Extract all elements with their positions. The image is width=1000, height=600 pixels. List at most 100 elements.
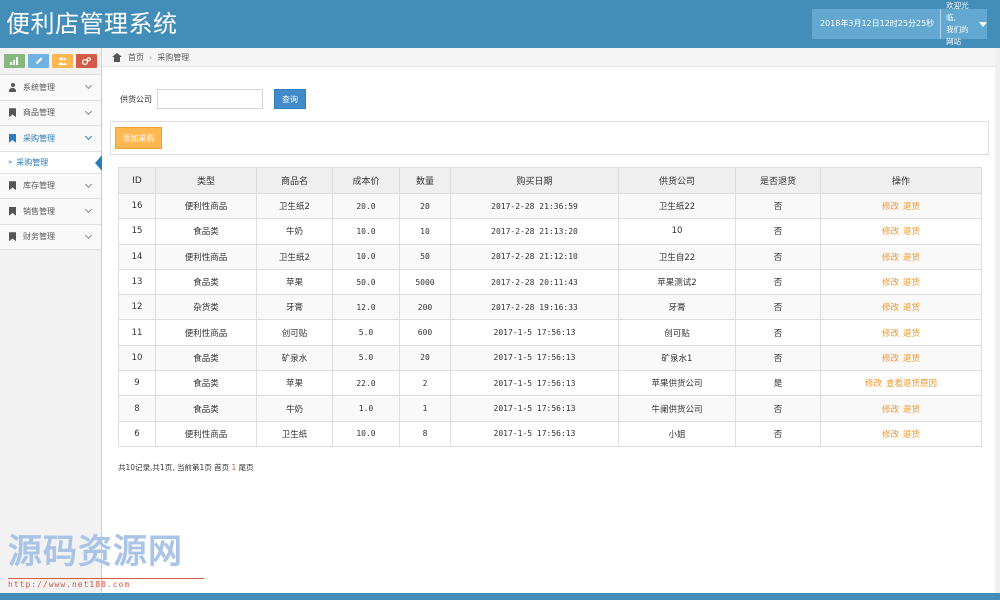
edit-link[interactable]: 修改 xyxy=(882,430,899,440)
double-angle-right-icon: » xyxy=(8,158,13,166)
edit-link[interactable]: 修改 xyxy=(882,405,899,415)
column-header-returned: 是否退货 xyxy=(735,167,821,194)
cell-cost: 5.0 xyxy=(332,319,400,346)
column-header-cost: 成本价 xyxy=(332,167,400,194)
shortcut-users-button[interactable] xyxy=(52,54,73,68)
sidebar-subitem-purchase-management[interactable]: » 采购管理 xyxy=(0,151,102,174)
sidebar-item-system[interactable]: 系统管理 xyxy=(0,75,101,101)
search-button[interactable]: 查询 xyxy=(274,89,306,109)
last-page-link[interactable]: 尾页 xyxy=(236,463,254,472)
cell-name: 苹果 xyxy=(256,268,333,296)
column-header-name: 商品名 xyxy=(256,167,333,194)
app-title[interactable]: 便利店管理系统 xyxy=(6,8,178,40)
return-link[interactable]: 退货 xyxy=(903,227,920,237)
view-return-reason-link[interactable]: 查看退货原因 xyxy=(886,379,937,389)
cell-name: 牛奶 xyxy=(256,218,333,245)
column-header-type: 类型 xyxy=(155,167,257,194)
cell-returned: 否 xyxy=(735,294,821,321)
edit-link[interactable]: 修改 xyxy=(882,227,899,237)
purchase-table: ID 类型 商品名 成本价 数量 购买日期 供货公司 是否退货 操作 16 便利性… xyxy=(118,167,982,447)
sidebar: 系统管理 商品管理 采购管理 » 采购管理 库存管理 销售管理 财务管理 xyxy=(0,48,102,593)
breadcrumb-home-link[interactable]: 首页 xyxy=(128,52,144,63)
cell-type: 食品类 xyxy=(155,395,257,422)
sidebar-subitem-label: 采购管理 xyxy=(16,157,49,167)
breadcrumb: 首页 › 采购管理 xyxy=(103,48,1000,67)
users-icon xyxy=(58,57,67,65)
cell-returned: 否 xyxy=(735,218,821,245)
cell-supplier: 10 xyxy=(618,218,736,245)
cell-type: 食品类 xyxy=(155,344,257,372)
table-row: 16 便利性商品 卫生纸2 20.0 20 2017-2-28 21:36:59 卫生纸22… xyxy=(118,192,982,220)
return-link[interactable]: 退货 xyxy=(903,430,920,440)
table-header-row: ID 类型 商品名 成本价 数量 购买日期 供货公司 是否退货 操作 xyxy=(118,167,982,194)
cell-name: 牛奶 xyxy=(256,395,333,422)
welcome-line2: 我们的网站 xyxy=(946,25,969,46)
return-link[interactable]: 退货 xyxy=(903,405,920,415)
cell-type: 便利性商品 xyxy=(155,420,257,447)
watermark-divider xyxy=(8,578,204,579)
pagination-summary: 共10记录,共1页, 当前第1页 首页 xyxy=(118,463,232,472)
cell-date: 2017-1-5 17:56:13 xyxy=(450,420,619,447)
cell-name: 卫生纸 xyxy=(256,420,333,447)
return-link[interactable]: 退货 xyxy=(903,303,920,313)
datetime-display: 2018年3月12日12时25分25秒 xyxy=(812,9,942,39)
cell-actions: 修改 退货 xyxy=(820,218,982,245)
breadcrumb-current: 采购管理 xyxy=(157,52,190,62)
cell-date: 2017-1-5 17:56:13 xyxy=(450,344,619,372)
sidebar-item-label: 系统管理 xyxy=(23,82,55,92)
edit-link[interactable]: 修改 xyxy=(865,379,882,389)
return-link[interactable]: 退货 xyxy=(903,253,920,263)
cell-type: 便利性商品 xyxy=(155,243,257,270)
return-link[interactable]: 退货 xyxy=(903,354,920,364)
return-link[interactable]: 退货 xyxy=(903,278,920,288)
pagination-info: 共10记录,共1页, 当前第1页 首页 1 尾页 xyxy=(118,462,254,473)
cell-date: 2017-2-28 21:12:10 xyxy=(450,243,619,270)
scrollbar[interactable] xyxy=(995,48,1000,593)
bookmark-icon xyxy=(9,206,16,216)
cell-id: 9 xyxy=(118,370,156,397)
shortcut-pencil-button[interactable] xyxy=(28,54,49,68)
cell-supplier: 牙膏 xyxy=(618,294,736,321)
caret-down-icon[interactable] xyxy=(979,21,987,27)
cell-id: 12 xyxy=(118,294,156,321)
edit-link[interactable]: 修改 xyxy=(882,303,899,313)
shortcut-signal-button[interactable] xyxy=(4,54,25,68)
edit-link[interactable]: 修改 xyxy=(882,354,899,364)
sidebar-item-inventory[interactable]: 库存管理 xyxy=(0,173,101,199)
welcome-text[interactable]: 欢迎光临, 我们的网站 xyxy=(941,0,976,48)
table-row: 13 食品类 苹果 50.0 5000 2017-2-28 20:11:43 苹果测试2 否修… xyxy=(118,268,982,296)
cell-actions: 修改 退货 xyxy=(820,268,982,296)
cell-actions: 修改 退货 xyxy=(820,243,982,270)
edit-link[interactable]: 修改 xyxy=(882,278,899,288)
cell-returned: 否 xyxy=(735,395,821,422)
home-icon xyxy=(112,52,122,62)
cell-type: 便利性商品 xyxy=(155,192,257,220)
sidebar-item-finance[interactable]: 财务管理 xyxy=(0,224,101,250)
cell-id: 11 xyxy=(118,319,156,346)
cell-name: 卫生纸2 xyxy=(256,243,333,270)
cell-supplier: 牛阑供货公司 xyxy=(618,395,736,422)
sidebar-item-purchase[interactable]: 采购管理 xyxy=(0,126,101,152)
user-menu[interactable]: 2018年3月12日12时25分25秒 欢迎光临, 我们的网站 xyxy=(812,1,987,46)
sidebar-item-sales[interactable]: 销售管理 xyxy=(0,199,101,225)
edit-link[interactable]: 修改 xyxy=(882,253,899,263)
active-pointer xyxy=(95,154,102,171)
sidebar-item-goods[interactable]: 商品管理 xyxy=(0,100,101,126)
add-purchase-button[interactable]: 添加采购 xyxy=(115,127,162,149)
welcome-line1: 欢迎光临, xyxy=(946,1,969,22)
cell-returned: 否 xyxy=(735,243,821,270)
top-navbar: 便利店管理系统 2018年3月12日12时25分25秒 欢迎光临, 我们的网站 xyxy=(0,0,1000,48)
supplier-search-input[interactable] xyxy=(157,89,263,109)
breadcrumb-separator: › xyxy=(149,52,153,62)
shortcut-cogs-button[interactable] xyxy=(76,54,97,68)
cell-type: 食品类 xyxy=(155,370,257,397)
return-link[interactable]: 退货 xyxy=(903,202,920,212)
cell-type: 食品类 xyxy=(155,218,257,245)
column-header-id: ID xyxy=(118,167,156,194)
cell-date: 2017-2-28 19:16:33 xyxy=(450,294,619,321)
return-link[interactable]: 退货 xyxy=(903,329,920,339)
column-header-date: 购买日期 xyxy=(450,167,619,194)
pencil-icon xyxy=(35,57,42,64)
edit-link[interactable]: 修改 xyxy=(882,202,899,212)
edit-link[interactable]: 修改 xyxy=(882,329,899,339)
